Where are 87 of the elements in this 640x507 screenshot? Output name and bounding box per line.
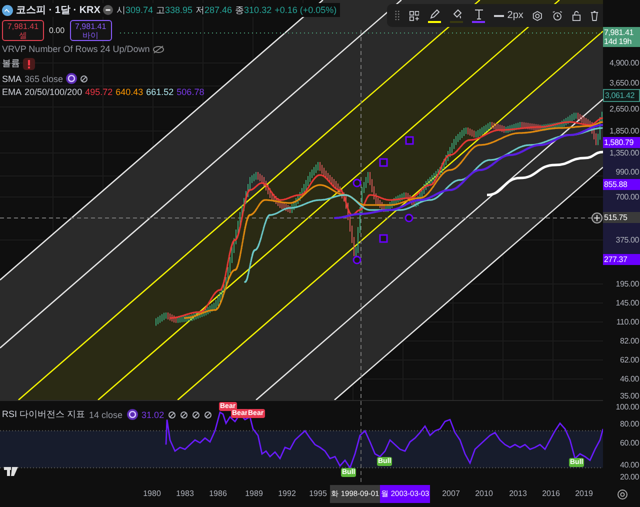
rsi-axis-label: 60.00 — [620, 438, 639, 448]
settings-icon[interactable] — [532, 10, 544, 22]
price-axis-label: 110.00 — [616, 318, 639, 326]
symbol-title[interactable]: 코스피 · 1달 · KRX — [16, 3, 100, 17]
price-axis-label: 1,850.00 — [609, 126, 639, 136]
price-change: +0.16 (+0.05%) — [274, 5, 337, 15]
slashed-circle-icon[interactable] — [180, 410, 188, 418]
lock-icon[interactable] — [572, 10, 582, 22]
price-axis-label: 3,650.00 — [609, 78, 639, 88]
indicator-label[interactable]: VRVP Number Of Rows 24 Up/Down — [2, 44, 150, 54]
price-badge: 277.37 — [603, 254, 640, 265]
rsi-value: 31.02 — [142, 410, 164, 420]
price-axis-label: 4,900.00 — [609, 58, 639, 68]
line-width-icon — [494, 14, 504, 16]
trash-icon[interactable] — [590, 10, 600, 22]
pencil-icon[interactable] — [428, 8, 442, 23]
price-axis-label: 82.00 — [620, 336, 639, 346]
price-badge: 515.75 — [603, 212, 640, 223]
indicator-label[interactable]: SMA — [2, 74, 22, 84]
time-axis-label: 2019 — [575, 489, 593, 498]
indicator-label[interactable]: EMA — [2, 87, 22, 97]
rsi-axis-label: 80.00 — [620, 420, 639, 428]
drag-handle-icon[interactable] — [395, 10, 400, 21]
ohlc-value: 338.95 — [164, 5, 193, 15]
price-axis-label: 375.00 — [616, 236, 639, 244]
price-badge: 1,580.79 — [603, 137, 640, 148]
ohlc-value: 309.74 — [125, 5, 153, 15]
price-axis-label: 62.00 — [620, 356, 639, 364]
line-width-button[interactable]: 2px — [494, 10, 524, 21]
buy-button[interactable]: 7,981.41 바이 — [70, 20, 112, 41]
ohlc-label: 저 — [196, 4, 205, 16]
rsi-axis-label: 20.00 — [620, 472, 639, 482]
time-axis-label: 1989 — [245, 489, 263, 498]
ohlc-label: 시 — [116, 4, 126, 16]
price-axis-label: 195.00 — [616, 280, 639, 288]
indicator-value: 661.52 — [146, 87, 174, 97]
indicator-params: 14 close — [89, 410, 123, 420]
indicator-params: 365 close — [24, 74, 64, 84]
price-axis-label: 1,350.00 — [609, 148, 639, 158]
indicator-value: 495.72 — [85, 87, 113, 97]
indicator-params: 20/50/100/200 — [24, 87, 82, 97]
slashed-circle-icon[interactable] — [80, 74, 88, 82]
time-axis-label: 1992 — [278, 489, 296, 498]
spread-value: 0.00 — [49, 26, 65, 35]
warning-icon[interactable] — [23, 58, 35, 70]
ohlc-value: 310.32 — [244, 5, 272, 15]
rsi-axis-label: 40.00 — [620, 460, 639, 470]
slashed-circle-icon[interactable] — [204, 410, 212, 418]
time-axis-label: 1980 — [143, 489, 161, 498]
price-axis-label: 35.00 — [620, 392, 639, 400]
ohlc-value: 287.46 — [204, 5, 232, 15]
text-tool-icon[interactable] — [472, 8, 486, 23]
price-badge: 855.88 — [603, 179, 640, 190]
ohlc-label: 종 — [235, 4, 244, 16]
anchor-points-drawing[interactable] — [352, 136, 414, 264]
rsi-axis-label: 100.00 — [616, 402, 639, 412]
sell-button[interactable]: 7,981.41 셀 — [2, 20, 44, 41]
price-badge: 3,061.42 — [603, 89, 640, 102]
alarm-clock-icon[interactable] — [552, 10, 564, 22]
price-badge: 7,981.41 14d 19h — [603, 27, 640, 47]
minus-circle-icon[interactable] — [103, 5, 114, 15]
eye-off-icon[interactable] — [152, 44, 164, 54]
time-axis-label: 2016 — [542, 489, 560, 498]
indicator-value: 506.78 — [176, 87, 204, 97]
ohlc-label: 고 — [156, 4, 165, 16]
settings-icon[interactable] — [617, 489, 628, 500]
price-axis-label: 145.00 — [616, 298, 639, 308]
price-axis-label: 2,650.00 — [609, 104, 639, 114]
crosshair-plus-icon[interactable] — [592, 212, 602, 224]
slashed-circle-icon[interactable] — [192, 410, 200, 418]
time-axis-label: 2007 — [442, 489, 460, 498]
layout-icon[interactable] — [408, 10, 420, 22]
symbol-logo-icon — [2, 4, 13, 16]
paint-bucket-icon[interactable] — [450, 8, 464, 23]
tradingview-logo-icon — [4, 467, 18, 476]
time-axis-label: 2013 — [509, 489, 527, 498]
time-axis-label: 1995 — [309, 489, 327, 498]
slashed-circle-icon[interactable] — [168, 410, 176, 418]
price-axis-label: 46.00 — [620, 374, 639, 384]
price-axis-label: 990.00 — [616, 168, 639, 176]
indicator-value: 640.43 — [116, 87, 144, 97]
indicator-label[interactable]: 볼륨 — [2, 57, 20, 70]
time-axis-label: 2010 — [475, 489, 493, 498]
time-axis-label: 1986 — [209, 489, 227, 498]
indicator-label[interactable]: RSI 다이버전스 지표 — [2, 408, 86, 421]
price-axis-label: 700.00 — [616, 192, 639, 202]
time-axis-label: 1983 — [176, 489, 194, 498]
